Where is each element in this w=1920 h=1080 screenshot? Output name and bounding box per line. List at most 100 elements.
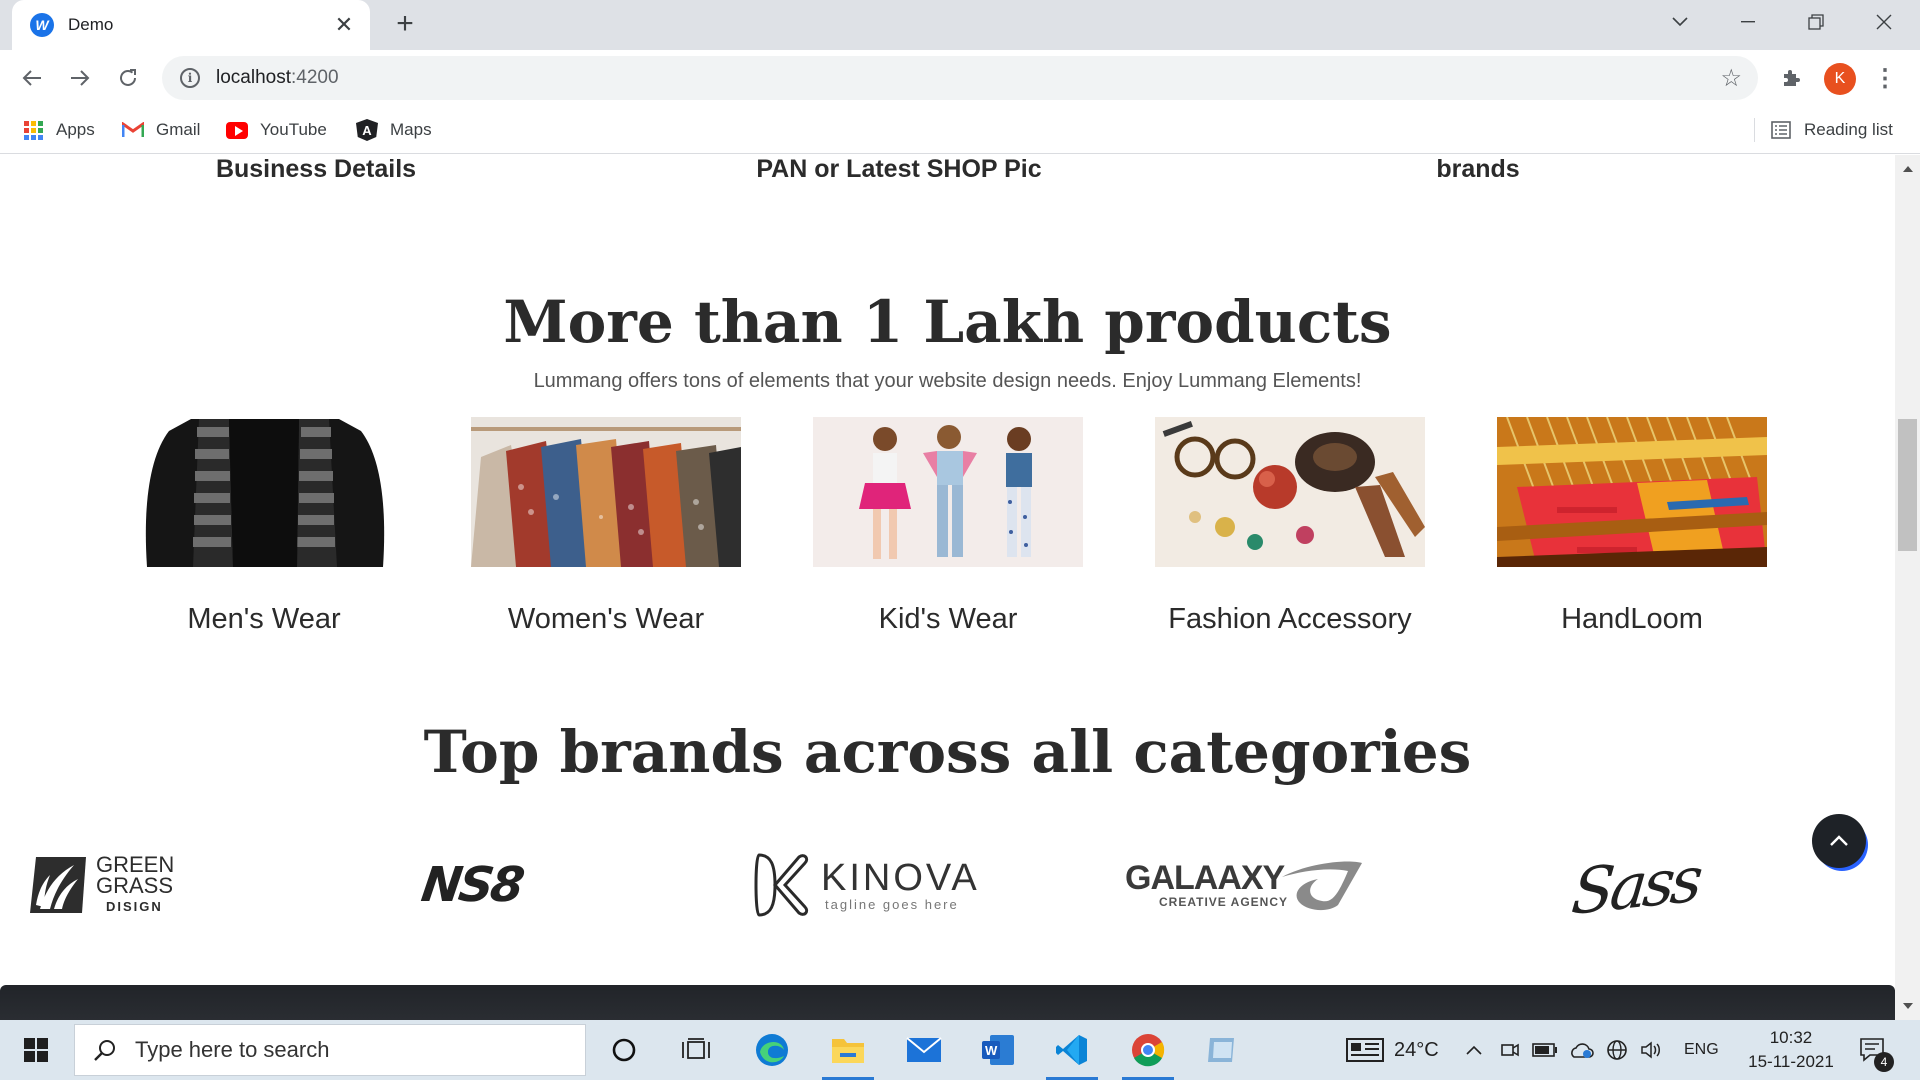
brand-text: KINOVA [821, 856, 980, 899]
bookmark-label: YouTube [260, 120, 327, 139]
bookmarks-bar: Apps Gmail YouTube A Maps Reading list [0, 106, 1920, 154]
category-label: Kid's Wear [878, 603, 1018, 635]
brand-logo-sass[interactable]: Sass [1568, 835, 1702, 935]
scroll-down-arrow-icon[interactable] [1895, 998, 1920, 1014]
network-globe-icon[interactable] [1606, 1020, 1628, 1080]
brand-text: GALAAXY [1125, 859, 1285, 897]
onedrive-sync-icon[interactable] [1568, 1020, 1594, 1080]
brand-tagline: CREATIVE AGENCY [1159, 895, 1289, 909]
bookmark-youtube[interactable]: YouTube [226, 114, 327, 146]
bookmark-apps[interactable]: Apps [22, 114, 95, 146]
svg-text:W: W [985, 1043, 998, 1058]
bookmark-star-icon[interactable]: ☆ [1720, 64, 1742, 93]
youtube-icon [226, 119, 248, 141]
clock-date: 15-11-2021 [1748, 1052, 1834, 1071]
new-tab-icon[interactable]: + [390, 9, 420, 40]
green-grass-leaf-icon [30, 857, 86, 913]
chevron-up-icon [1830, 835, 1848, 846]
url-text: localhost:4200 [216, 67, 339, 88]
category-label: Fashion Accessory [1168, 603, 1412, 635]
profile-avatar[interactable]: K [1824, 63, 1856, 95]
clock[interactable]: 10:32 15-11-2021 [1736, 1020, 1846, 1080]
tab-title: Demo [68, 15, 114, 34]
extensions-puzzle-icon[interactable] [1772, 58, 1812, 98]
meet-now-icon[interactable] [1500, 1020, 1520, 1080]
search-placeholder: Type here to search [135, 1037, 330, 1062]
weather-temp: 24°C [1394, 1038, 1439, 1061]
address-bar[interactable]: i localhost:4200 ☆ [162, 56, 1758, 100]
category-label: HandLoom [1561, 603, 1703, 635]
taskbar-search-box[interactable]: Type here to search [74, 1024, 586, 1076]
word-icon[interactable]: W [962, 1020, 1034, 1080]
scroll-to-top-button[interactable] [1812, 814, 1866, 868]
vscode-icon[interactable] [1036, 1020, 1108, 1080]
notepad-app-icon[interactable] [1186, 1020, 1258, 1080]
bookmark-maps[interactable]: A Maps [356, 114, 432, 146]
windows-start-icon[interactable] [0, 1020, 72, 1080]
brand-logo-green-grass[interactable]: GREEN GRASS DISIGN [26, 835, 174, 935]
file-explorer-icon[interactable] [812, 1020, 884, 1080]
category-card-mens-wear[interactable]: Men's Wear [129, 417, 399, 636]
category-label: Men's Wear [187, 603, 341, 635]
volume-icon[interactable] [1640, 1020, 1662, 1080]
brand-logo-galaaxy[interactable]: GALAAXY CREATIVE AGENCY [1125, 835, 1364, 935]
brand-text: Sass [1568, 841, 1703, 929]
battery-icon[interactable] [1532, 1020, 1558, 1080]
forward-arrow-icon[interactable] [60, 58, 100, 98]
step-title-brands: brands [1436, 155, 1520, 183]
task-view-icon[interactable] [660, 1020, 732, 1080]
weather-widget[interactable]: 24°C [1346, 1020, 1439, 1080]
bookmark-label: Apps [56, 120, 95, 139]
category-card-womens-wear[interactable]: Women's Wear [471, 417, 741, 636]
edge-browser-icon[interactable] [736, 1020, 808, 1080]
bookmark-label: Gmail [156, 120, 201, 139]
bookmarks-divider [1754, 118, 1755, 142]
reading-list-icon [1770, 119, 1792, 141]
cortana-icon[interactable] [588, 1020, 660, 1080]
category-card-fashion-accessory[interactable]: Fashion Accessory [1155, 417, 1425, 636]
close-tab-icon[interactable]: ✕ [330, 11, 358, 39]
brand-text: DISIGN [106, 898, 163, 914]
site-info-icon[interactable]: i [180, 68, 200, 88]
galaaxy-swoosh-icon [1282, 861, 1363, 911]
search-icon [94, 1040, 115, 1061]
category-card-handloom[interactable]: HandLoom [1497, 417, 1767, 636]
tab-search-chevron-icon[interactable] [1646, 0, 1714, 44]
back-arrow-icon[interactable] [12, 58, 52, 98]
handloom-image [1497, 417, 1767, 567]
brand-tagline: tagline goes here [825, 896, 959, 912]
womens-wear-image [471, 417, 741, 567]
scroll-up-arrow-icon[interactable] [1895, 161, 1920, 177]
mail-icon[interactable] [888, 1020, 960, 1080]
restore-icon[interactable] [1782, 0, 1850, 44]
apps-grid-icon [22, 119, 44, 141]
browser-menu-icon[interactable]: ⋮ [1870, 58, 1900, 98]
browser-toolbar: i localhost:4200 ☆ K ⋮ [0, 50, 1920, 106]
brand-logo-ns8[interactable]: NS8 [418, 835, 525, 935]
weather-news-icon [1346, 1038, 1384, 1062]
step-title-pan-shop-pic: PAN or Latest SHOP Pic [756, 155, 1042, 183]
page-scrollbar[interactable] [1895, 155, 1920, 1020]
chrome-icon[interactable] [1112, 1020, 1184, 1080]
language-indicator[interactable]: ENG [1684, 1020, 1719, 1080]
notification-count-badge: 4 [1874, 1052, 1894, 1072]
mens-wear-image [129, 417, 399, 567]
minimize-icon[interactable] [1714, 0, 1782, 44]
brand-logo-kinova[interactable]: KINOVA tagline goes here [753, 835, 980, 935]
kinova-k-icon [754, 853, 809, 917]
scrollbar-thumb[interactable] [1898, 419, 1917, 551]
tray-overflow-chevron-icon[interactable] [1466, 1020, 1482, 1080]
step-title-business-details: Business Details [215, 155, 417, 183]
bookmark-gmail[interactable]: Gmail [122, 114, 200, 146]
products-subtitle: Lummang offers tons of elements that you… [533, 370, 1362, 392]
category-label: Women's Wear [507, 603, 705, 635]
reading-list-button[interactable]: Reading list [1770, 114, 1893, 146]
close-window-icon[interactable] [1850, 0, 1918, 44]
reading-list-label: Reading list [1804, 120, 1893, 139]
reload-icon[interactable] [108, 58, 148, 98]
clock-time: 10:32 [1769, 1028, 1813, 1047]
products-heading: More than 1 Lakh products [503, 288, 1392, 356]
browser-tab[interactable]: W Demo ✕ [12, 0, 370, 50]
notification-center-icon[interactable]: 4 [1858, 1020, 1894, 1080]
category-card-kids-wear[interactable]: Kid's Wear [813, 417, 1083, 636]
